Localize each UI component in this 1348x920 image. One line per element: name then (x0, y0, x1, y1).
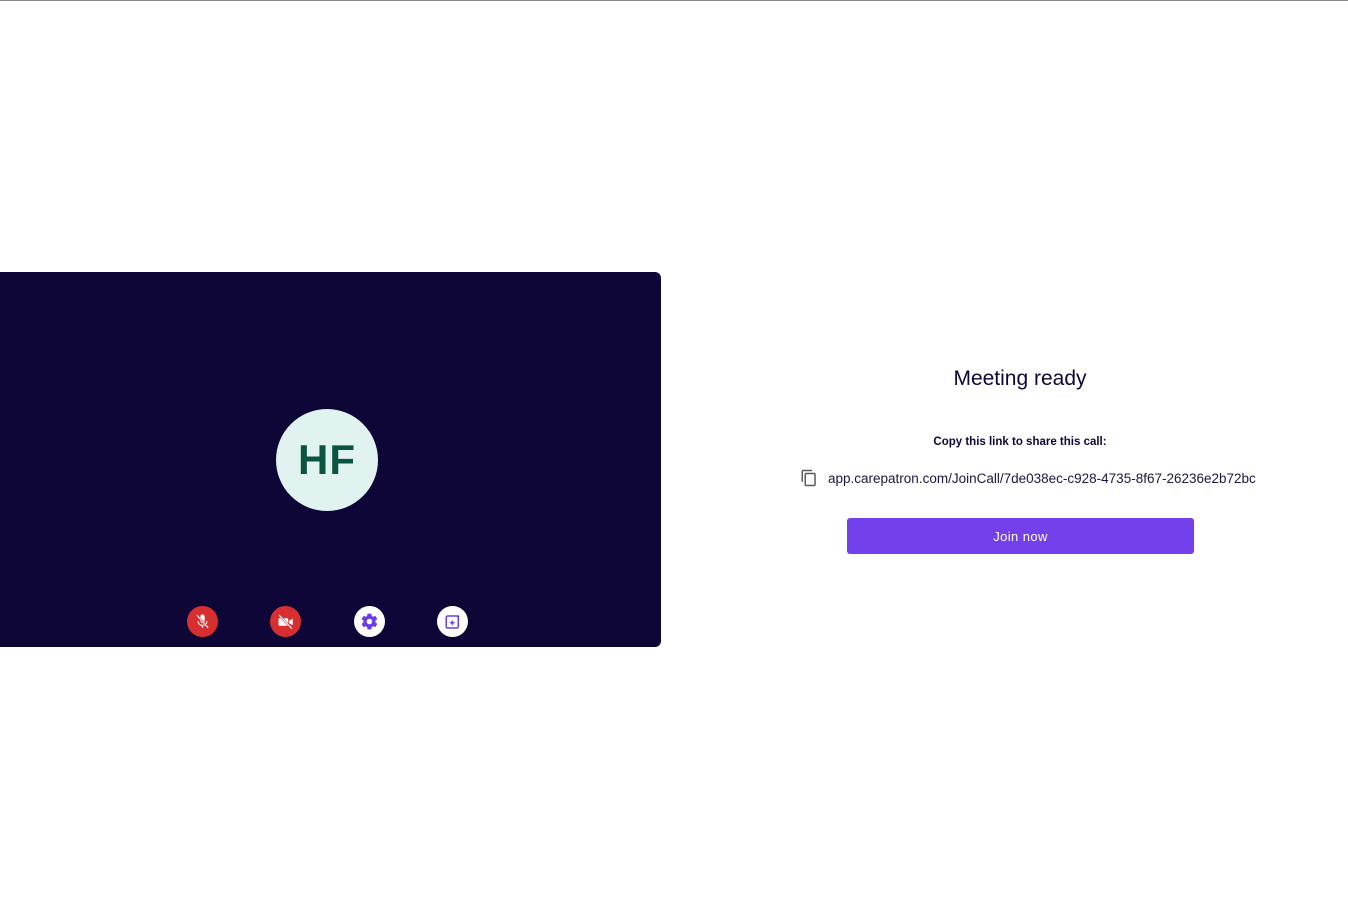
background-effects-icon (445, 614, 460, 629)
share-link-text[interactable]: app.carepatron.com/JoinCall/7de038ec-c92… (828, 471, 1256, 486)
avatar: HF (276, 409, 378, 511)
avatar-initials: HF (298, 436, 356, 483)
mic-off-icon (196, 614, 209, 629)
settings-button[interactable] (354, 606, 385, 637)
gear-icon (361, 613, 378, 630)
join-panel: Meeting ready Copy this link to share th… (661, 0, 1348, 920)
join-now-button[interactable]: Join now (847, 518, 1194, 554)
meeting-title: Meeting ready (953, 367, 1087, 390)
share-link-row: app.carepatron.com/JoinCall/7de038ec-c92… (800, 468, 1256, 488)
background-effects-button[interactable] (437, 606, 468, 637)
copy-icon[interactable] (800, 469, 818, 487)
microphone-toggle-button[interactable] (187, 606, 218, 637)
copy-link-label: Copy this link to share this call: (933, 436, 1107, 448)
camera-toggle-button[interactable] (270, 606, 301, 637)
video-off-icon (277, 613, 293, 630)
video-preview: HF (0, 272, 661, 647)
